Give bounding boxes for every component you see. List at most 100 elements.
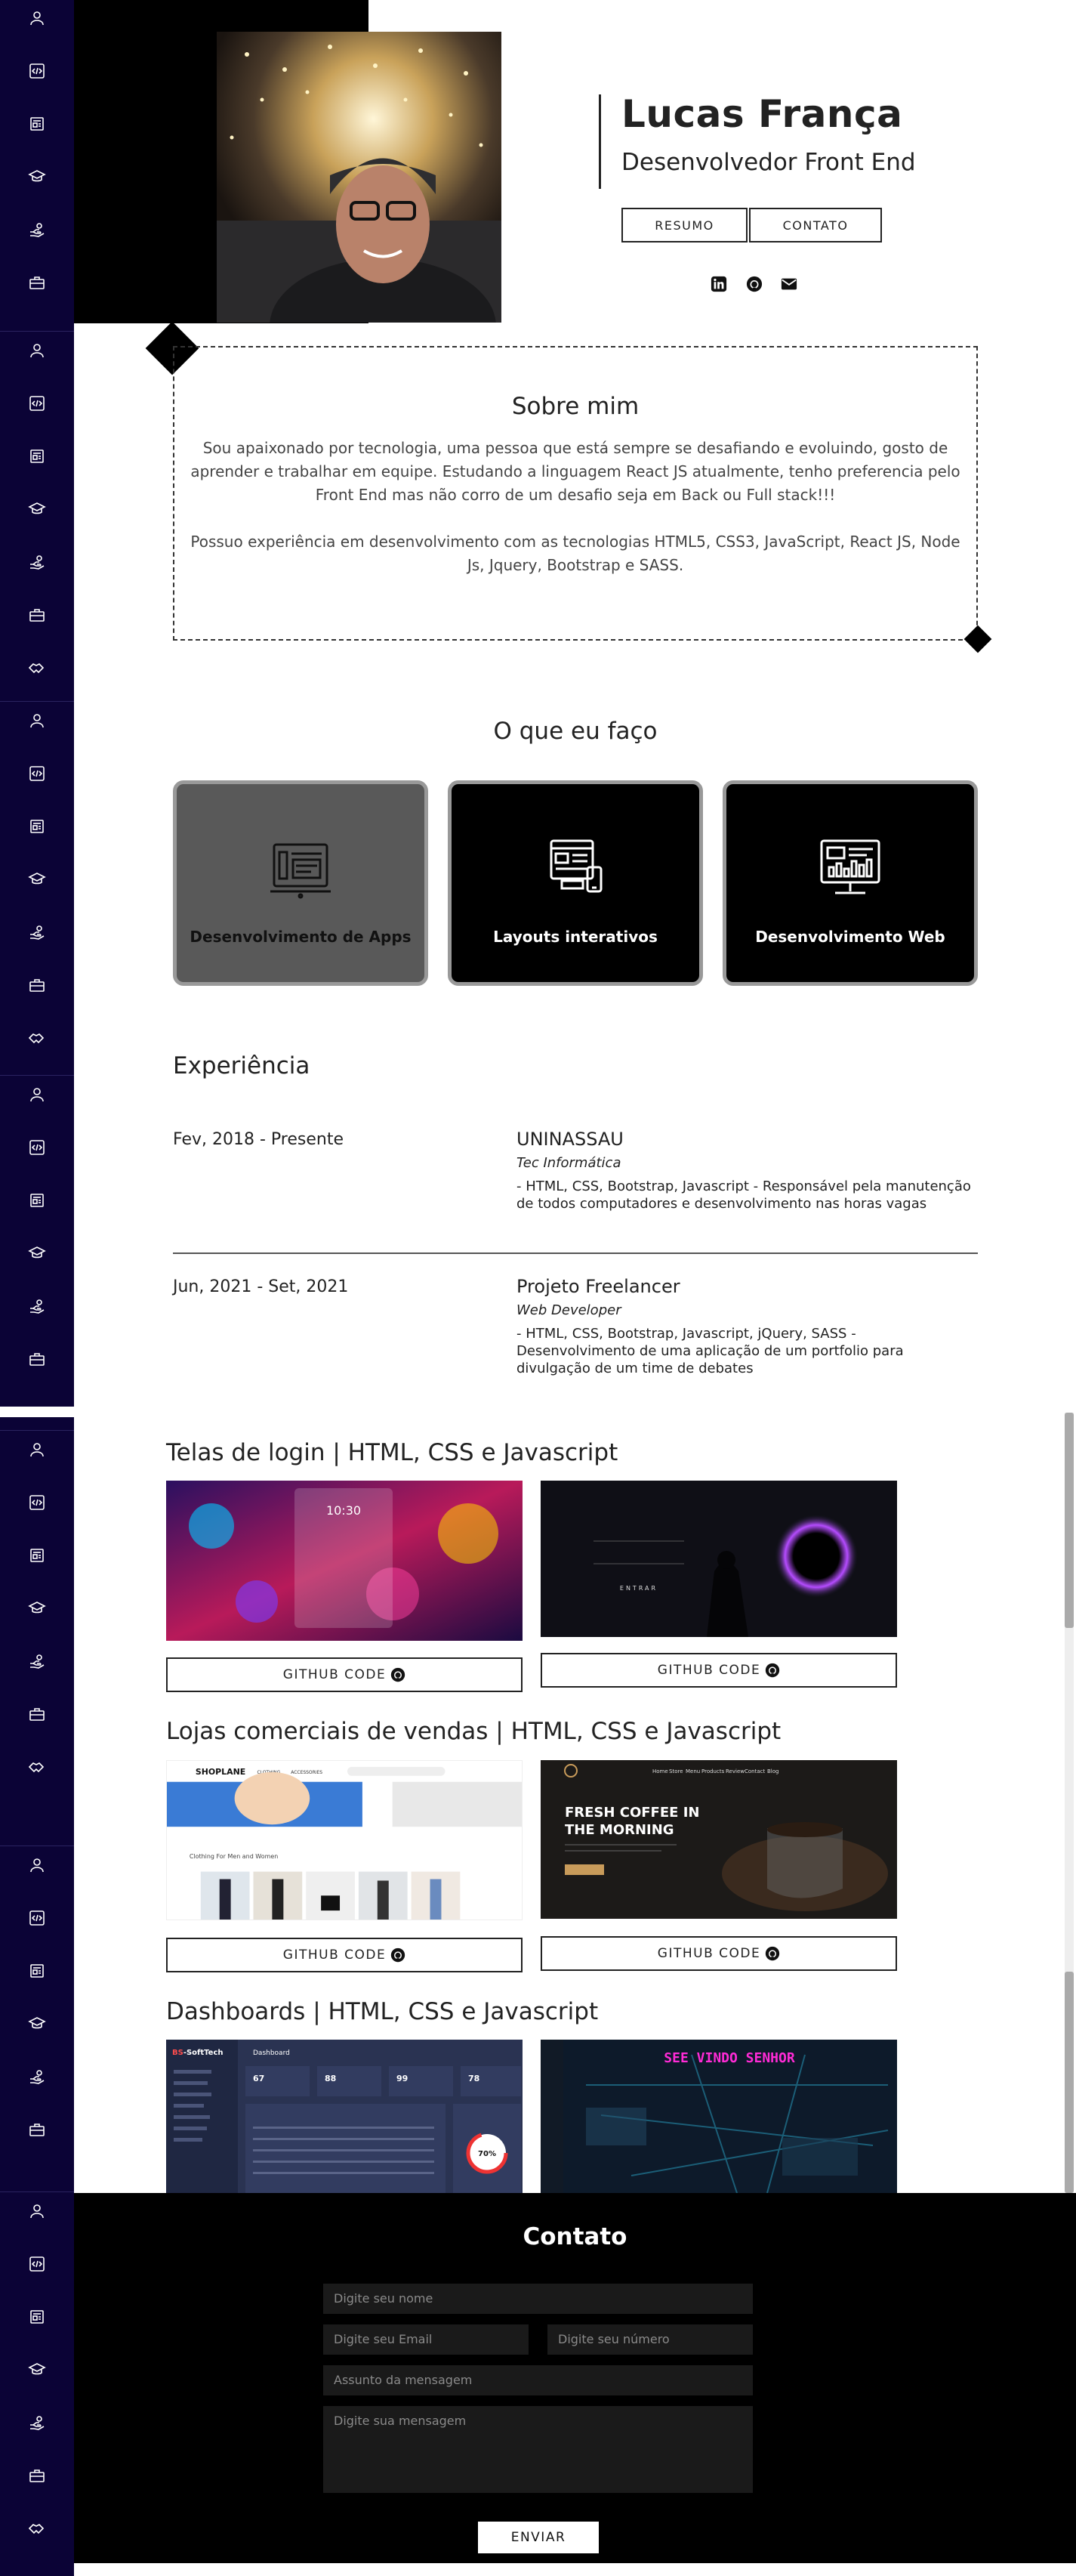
svg-text:Review: Review <box>726 1768 745 1774</box>
user-icon[interactable] <box>25 1083 49 1107</box>
graduation-cap-icon[interactable] <box>25 2012 49 2036</box>
graduation-cap-icon[interactable] <box>25 1241 49 1265</box>
service-card-web[interactable]: Desenvolvimento Web <box>723 780 978 986</box>
newspaper-icon[interactable] <box>25 1188 49 1212</box>
svg-text:ACCESSORIES: ACCESSORIES <box>291 1770 322 1775</box>
experience-divider <box>173 1252 978 1254</box>
user-icon[interactable] <box>25 6 49 30</box>
briefcase-icon[interactable] <box>25 2463 49 2488</box>
svg-text:BS-SoftTech: BS-SoftTech <box>172 2049 224 2057</box>
newspaper-icon[interactable] <box>25 2305 49 2329</box>
user-icon[interactable] <box>25 338 49 363</box>
service-label: Layouts interativos <box>493 928 658 946</box>
handshake-icon[interactable] <box>25 656 49 680</box>
briefcase-icon[interactable] <box>25 270 49 295</box>
graduation-cap-icon[interactable] <box>25 1596 49 1620</box>
graduation-cap-icon[interactable] <box>25 165 49 189</box>
graduation-cap-icon[interactable] <box>25 867 49 891</box>
newspaper-icon[interactable] <box>25 112 49 136</box>
phone-field[interactable]: Digite seu número <box>547 2324 753 2355</box>
code-icon[interactable] <box>25 761 49 786</box>
project-group-title: Lojas comerciais de vendas | HTML, CSS e… <box>166 1718 782 1745</box>
scrollbar-thumb[interactable] <box>1065 1972 1074 2193</box>
briefcase-icon[interactable] <box>25 1347 49 1371</box>
github-code-button[interactable]: GITHUB CODE <box>541 1936 897 1971</box>
newspaper-icon[interactable] <box>25 814 49 839</box>
resume-button[interactable]: RESUMO <box>621 208 748 242</box>
message-field[interactable]: Digite sua mensagem <box>323 2406 753 2493</box>
svg-text:SEE VINDO SENHOR: SEE VINDO SENHOR <box>664 2050 795 2066</box>
contact-button[interactable]: CONTATO <box>749 208 882 242</box>
code-icon[interactable] <box>25 391 49 415</box>
name-field[interactable]: Digite seu nome <box>323 2284 753 2314</box>
github-code-label: GITHUB CODE <box>282 1947 387 1963</box>
experience-date: Jun, 2021 - Set, 2021 <box>173 1277 349 1296</box>
hand-coin-icon[interactable] <box>25 1649 49 1673</box>
github-code-button[interactable]: GITHUB CODE <box>166 1938 523 1972</box>
briefcase-icon[interactable] <box>25 1702 49 1726</box>
hand-coin-icon[interactable] <box>25 550 49 574</box>
send-button[interactable]: ENVIAR <box>478 2522 599 2553</box>
user-icon[interactable] <box>25 1438 49 1462</box>
newspaper-icon[interactable] <box>25 1959 49 1983</box>
svg-text:THE MORNING: THE MORNING <box>565 1822 674 1838</box>
github-icon <box>391 1947 405 1963</box>
contact-title: Contato <box>523 2223 627 2250</box>
github-code-label: GITHUB CODE <box>282 1667 387 1682</box>
graduation-cap-icon[interactable] <box>25 2358 49 2382</box>
github-icon <box>766 1663 780 1678</box>
hand-coin-icon[interactable] <box>25 920 49 944</box>
linkedin-icon[interactable] <box>710 275 728 293</box>
scrollbar-thumb[interactable] <box>1065 1413 1074 1628</box>
app-dev-icon <box>270 843 331 899</box>
service-card-layouts[interactable]: Layouts interativos <box>448 780 703 986</box>
scrollbar[interactable] <box>1065 1413 1074 2193</box>
hand-coin-icon[interactable] <box>25 218 49 242</box>
mail-icon[interactable] <box>780 275 798 293</box>
project-screenshot-dashboard-1[interactable]: BS-SoftTech Dashboard 67 88 99 78 70% <box>166 2040 523 2193</box>
svg-text:Contact: Contact <box>745 1768 765 1774</box>
handshake-icon[interactable] <box>25 2516 49 2540</box>
user-icon[interactable] <box>25 709 49 733</box>
services-title: O que eu faço <box>493 718 658 745</box>
github-icon[interactable] <box>745 275 763 293</box>
code-icon[interactable] <box>25 2252 49 2276</box>
github-code-button[interactable]: GITHUB CODE <box>541 1653 897 1688</box>
email-field[interactable]: Digite seu Email <box>323 2324 529 2355</box>
briefcase-icon[interactable] <box>25 603 49 627</box>
graduation-cap-icon[interactable] <box>25 497 49 521</box>
code-icon[interactable] <box>25 1135 49 1160</box>
briefcase-icon[interactable] <box>25 2117 49 2142</box>
project-screenshot-login-1[interactable]: 10:30 <box>166 1481 523 1641</box>
newspaper-icon[interactable] <box>25 1543 49 1568</box>
github-code-button[interactable]: GITHUB CODE <box>166 1657 523 1692</box>
user-icon[interactable] <box>25 1853 49 1877</box>
handshake-icon[interactable] <box>25 1026 49 1050</box>
hand-coin-icon[interactable] <box>25 2411 49 2435</box>
code-icon[interactable] <box>25 59 49 83</box>
project-group-title: Dashboards | HTML, CSS e Javascript <box>166 1998 599 2025</box>
responsive-layout-icon <box>550 839 603 893</box>
handshake-icon[interactable] <box>25 1755 49 1779</box>
project-screenshot-shop-1[interactable]: SHOPLANE CLOTHING ACCESSORIES Clothing F… <box>166 1760 523 1920</box>
service-card-apps[interactable]: Desenvolvimento de Apps <box>173 780 428 986</box>
project-screenshot-dashboard-2[interactable]: SEE VINDO SENHOR <box>541 2040 897 2193</box>
code-icon[interactable] <box>25 1490 49 1515</box>
sidebar-divider <box>0 2191 74 2192</box>
user-icon[interactable] <box>25 2199 49 2223</box>
project-screenshot-shop-2[interactable]: Home Store Menu Products Review Contact Blog F… <box>541 1760 897 1919</box>
svg-text:99: 99 <box>396 2074 408 2083</box>
experience-description: - HTML, CSS, Bootstrap, Javascript, jQue… <box>516 1326 904 1376</box>
shop-brand: SHOPLANE <box>196 1767 245 1777</box>
subject-field[interactable]: Assunto da mensagem <box>323 2365 753 2395</box>
project-screenshot-login-2[interactable]: ENTRAR <box>541 1481 897 1637</box>
hand-coin-icon[interactable] <box>25 2065 49 2089</box>
newspaper-icon[interactable] <box>25 444 49 468</box>
code-icon[interactable] <box>25 1906 49 1930</box>
sidebar-divider <box>0 331 74 332</box>
hand-coin-icon[interactable] <box>25 1294 49 1318</box>
briefcase-icon[interactable] <box>25 973 49 997</box>
login-enter-label: ENTRAR <box>620 1585 658 1592</box>
svg-text:70%: 70% <box>478 2150 496 2158</box>
svg-text:Blog: Blog <box>767 1768 778 1774</box>
